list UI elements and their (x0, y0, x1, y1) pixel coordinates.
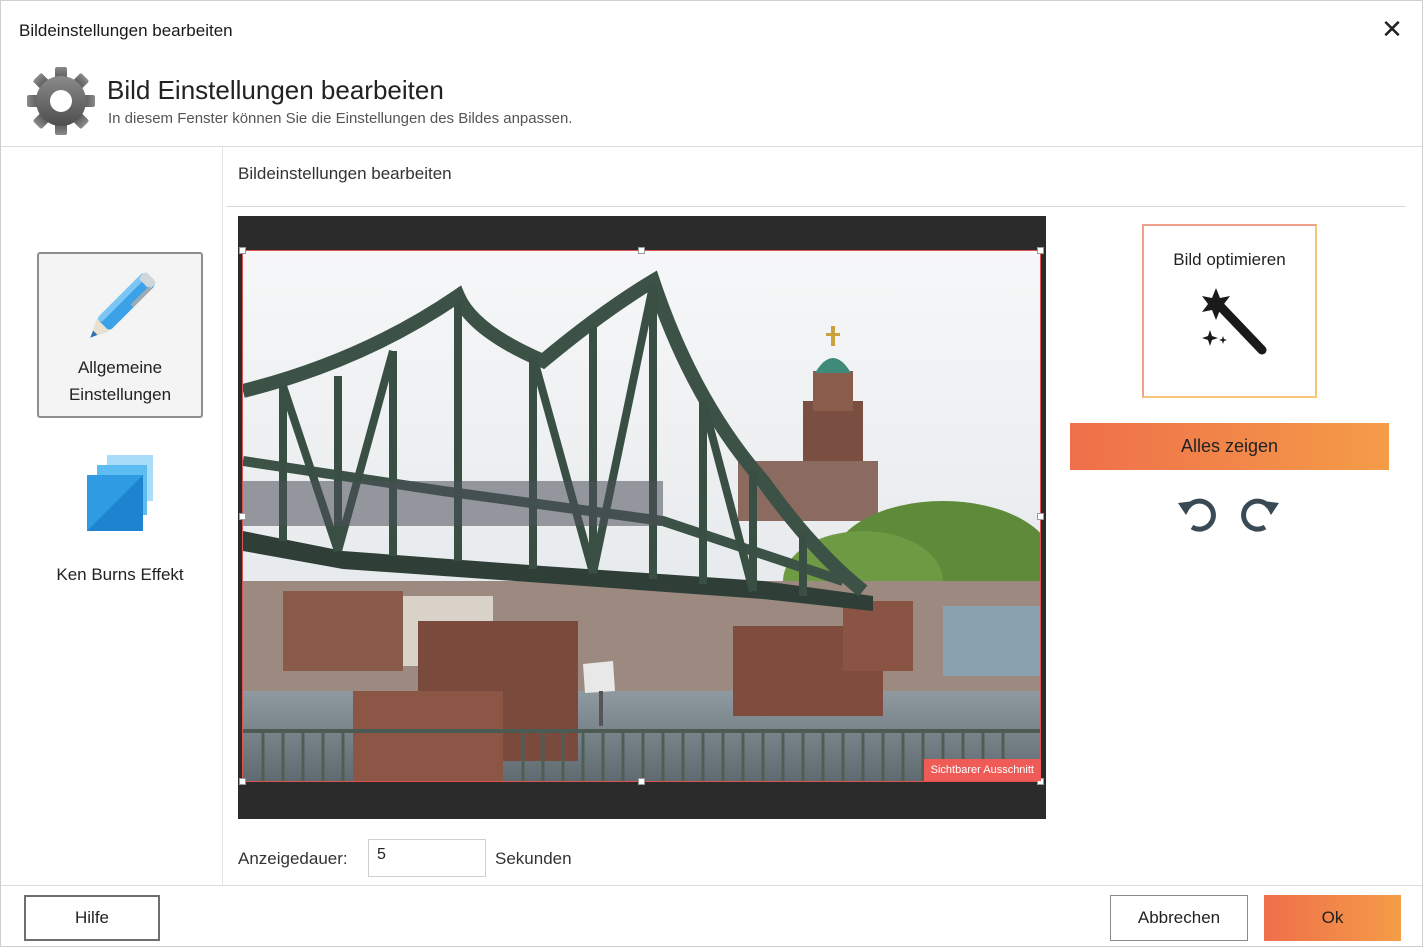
show-all-button[interactable]: Alles zeigen (1070, 423, 1389, 470)
duration-label: Anzeigedauer: (238, 849, 348, 868)
sidebar-item-general-settings[interactable]: Allgemeine Einstellungen (37, 252, 203, 418)
divider (226, 206, 1406, 207)
cancel-button[interactable]: Abbrechen (1110, 895, 1248, 941)
crop-handle[interactable] (1037, 513, 1044, 520)
crop-handle[interactable] (239, 513, 246, 520)
crop-frame[interactable] (242, 250, 1041, 782)
magic-wand-icon (1201, 288, 1266, 355)
optimize-image-button[interactable]: Bild optimieren (1142, 224, 1317, 398)
ok-button[interactable]: Ok (1264, 895, 1401, 941)
title-bar: Bildeinstellungen bearbeiten ✕ (1, 1, 1422, 57)
sidebar-item-label: Ken Burns Effekt (56, 565, 184, 584)
header-title: Bild Einstellungen bearbeiten (107, 75, 444, 105)
crop-handle[interactable] (638, 778, 645, 785)
rotate-left-icon[interactable] (1174, 491, 1220, 535)
image-preview: Sichtbarer Ausschnitt (238, 216, 1046, 819)
dialog-header: Bild Einstellungen bearbeiten In diesem … (1, 57, 1422, 147)
dialog-window: Bildeinstellungen bearbeiten ✕ Bild Eins… (0, 0, 1423, 947)
help-button[interactable]: Hilfe (24, 895, 160, 941)
window-title: Bildeinstellungen bearbeiten (19, 21, 233, 40)
crop-handle[interactable] (239, 778, 246, 785)
crop-label: Sichtbarer Ausschnitt (923, 759, 1041, 781)
section-title: Bildeinstellungen bearbeiten (238, 164, 452, 183)
duration-input[interactable] (368, 839, 486, 877)
crop-handle[interactable] (239, 247, 246, 254)
crop-handle[interactable] (1037, 247, 1044, 254)
sidebar-item-ken-burns[interactable]: Ken Burns Effekt (37, 447, 203, 587)
pen-icon (90, 272, 156, 338)
crop-handle[interactable] (638, 247, 645, 254)
layers-icon (87, 455, 153, 531)
gear-icon (27, 67, 95, 135)
optimize-label: Bild optimieren (1173, 250, 1286, 269)
header-subtitle: In diesem Fenster können Sie die Einstel… (108, 110, 573, 127)
duration-unit: Sekunden (495, 849, 572, 868)
sidebar-item-label: Allgemeine Einstellungen (68, 358, 172, 404)
rotate-right-icon[interactable] (1237, 491, 1283, 535)
footer-divider (1, 885, 1422, 886)
close-icon[interactable]: ✕ (1378, 15, 1406, 43)
sidebar: Allgemeine Einstellungen Ken Burns Effek… (1, 147, 223, 885)
